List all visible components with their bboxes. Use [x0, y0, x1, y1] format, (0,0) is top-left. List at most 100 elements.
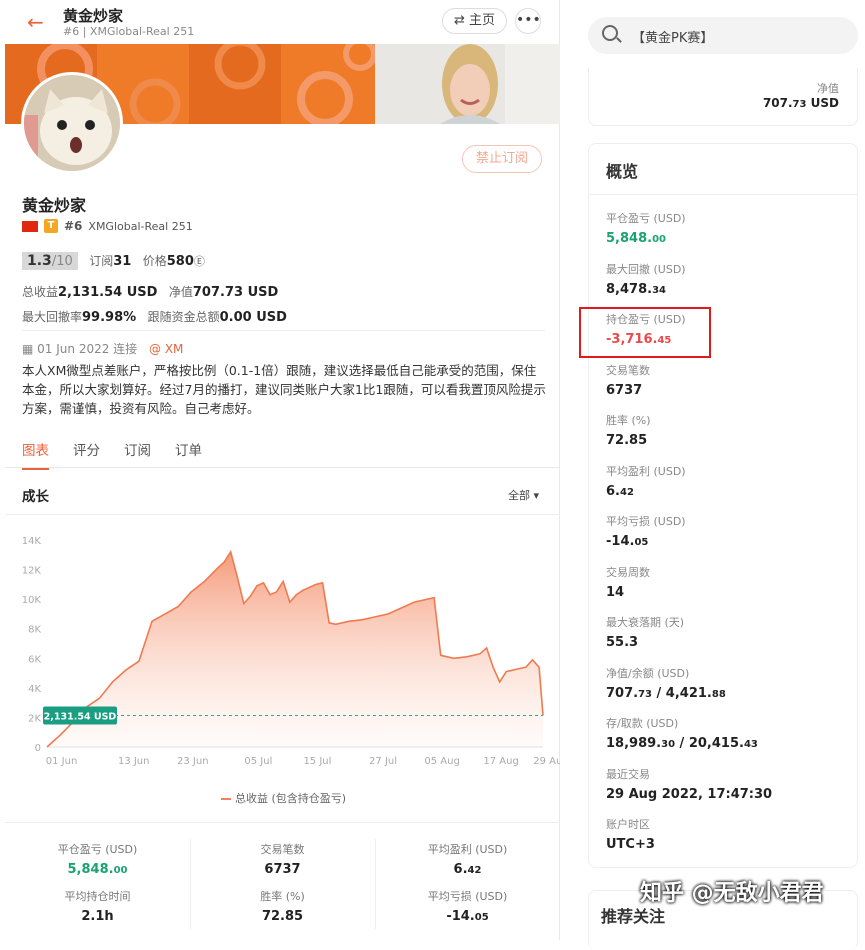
overview-value-main: 707. [606, 685, 639, 701]
overview-label: 交易周数 [606, 565, 650, 579]
overview-value: 72.85 [606, 433, 651, 448]
overview-value: 6737 [606, 383, 650, 398]
overview-item: 最大回撤 (USD) 8,478.34 [606, 261, 686, 297]
overview-item: 交易笔数 6737 [606, 362, 650, 398]
overview-value-main: UTC+3 [606, 837, 655, 852]
tab-subscribe[interactable]: 订阅 [124, 439, 151, 470]
calendar-icon: ▦ [22, 342, 34, 356]
x-tick-label: 17 Aug [483, 756, 518, 767]
overview-card: 概览 平仓盈亏 (USD) 5,848.00 最大回撤 (USD) 8,478.34 持… [579, 143, 858, 868]
account-label: XMGlobal-Real 251 [88, 219, 193, 233]
overview-item: 平仓盈亏 (USD) 5,848.00 [606, 210, 686, 246]
top-bar: ← 黄金炒家 #6 | XMGlobal-Real 251 ⇄ 主页 ••• [5, 0, 559, 44]
stat-label: 平均亏损 (USD) [427, 890, 508, 903]
price-value: 580 [166, 254, 194, 269]
overview-title: 概览 [606, 162, 639, 181]
home-button[interactable]: ⇄ 主页 [442, 8, 507, 34]
overview-value-dec: 05 [634, 537, 649, 548]
equity-unit: USD [806, 96, 839, 110]
x-tick-label: 05 Jul [244, 756, 272, 767]
y-tick-label: 10K [22, 595, 42, 606]
subs-value: 31 [113, 254, 132, 269]
stat-value-dec: 05 [474, 912, 489, 923]
page-subtitle: #6 | XMGlobal-Real 251 [63, 25, 195, 38]
tab-orders[interactable]: 订单 [175, 439, 202, 470]
y-tick-label: 8K [28, 625, 41, 636]
drawdown-row: 最大回撤率99.98% 跟随资金总额0.00 USD [22, 308, 287, 325]
equity-dec: 73 [792, 99, 807, 110]
overview-item: 账户时区 UTC+3 [606, 816, 655, 852]
user-tags: T #6 XMGlobal-Real 251 [22, 219, 193, 233]
overview-item: 交易周数 14 [606, 564, 650, 600]
tab-chart[interactable]: 图表 [22, 439, 49, 470]
legend-label: 总收益 (包含持仓盈亏) [235, 792, 347, 805]
overview-label: 账户时区 [606, 818, 650, 831]
overview-item: 最近交易 29 Aug 2022, 17:47:30 [606, 766, 772, 802]
income-row: 总收益2,131.54 USD 净值707.73 USD [22, 283, 278, 300]
woman-photo-icon [375, 44, 560, 124]
stat-label: 交易笔数 [260, 843, 305, 856]
overview-value: 8,478.34 [606, 282, 686, 297]
search-box[interactable]: 【黄金PK赛】 [588, 17, 858, 54]
overview-value-main: 5,848. [606, 231, 653, 246]
back-arrow-icon[interactable]: ← [27, 10, 44, 34]
coin-icon: Ⓔ [193, 255, 205, 268]
x-tick-label: 29 Aug [533, 756, 560, 767]
overview-value-dec: 30 [661, 739, 676, 750]
subs-label: 订阅 [89, 254, 114, 268]
overview-value: UTC+3 [606, 837, 655, 852]
overview-label: 最大衰落期 (天) [606, 616, 685, 629]
follow-label: 跟随资金总额 [147, 310, 220, 324]
search-input[interactable]: 【黄金PK赛】 [632, 27, 713, 46]
overview-value-main: 6737 [606, 382, 643, 398]
overview-label: 最近交易 [606, 767, 650, 781]
overview-label: 存/取款 (USD) [606, 717, 679, 730]
overview-divider [589, 194, 857, 195]
x-tick-label: 13 Jun [118, 756, 150, 767]
y-tick-label: 0 [35, 743, 41, 754]
y-tick-label: 4K [28, 684, 41, 695]
stat-value: 72.85 [190, 909, 375, 924]
chart-title: 成长 [22, 489, 49, 505]
avatar [21, 72, 123, 174]
score-row: 1.3/10 订阅31 价格580Ⓔ [22, 252, 205, 270]
equity-label: 净值 [168, 285, 193, 299]
equity-card-label: 净值 [817, 82, 839, 95]
chart-filter-dropdown[interactable]: 全部 ▾ [508, 487, 539, 503]
overview-value-dec2: 43 [743, 739, 758, 750]
score-max: /10 [51, 254, 73, 269]
overview-value-suffix: / 20,415. [675, 736, 744, 751]
overview-item: 平均盈利 (USD) 6.42 [606, 463, 686, 499]
stat-label: 平仓盈亏 (USD) [57, 843, 138, 856]
overview-value: 14 [606, 585, 650, 600]
broker-link[interactable]: @ XM [149, 342, 183, 356]
stat-label: 平均持仓时间 [64, 890, 131, 903]
x-tick-label: 05 Aug [424, 756, 459, 767]
stat-value-main: 2.1h [81, 909, 114, 924]
more-button[interactable]: ••• [515, 8, 541, 34]
stat-item: 胜率 (%) 72.85 [190, 870, 375, 924]
stat-item: 平仓盈亏 (USD) 5,848.00 [5, 823, 190, 877]
total-value: 2,131.54 USD [58, 285, 158, 300]
stat-item: 平均持仓时间 2.1h [5, 870, 190, 924]
overview-value-dec: 73 [638, 688, 652, 700]
divider [22, 330, 545, 331]
equity-card-value: 707.73 USD [763, 96, 839, 110]
overview-value-main: 55.3 [606, 635, 639, 650]
overview-value-dec: 34 [652, 284, 666, 296]
y-tick-label: 12K [22, 566, 42, 577]
overview-label: 交易笔数 [606, 363, 650, 377]
x-tick-label: 01 Jun [46, 756, 78, 767]
overview-value: 5,848.00 [606, 231, 686, 246]
x-tick-label: 27 Jul [369, 756, 397, 767]
stop-subscribe-button[interactable]: 禁止订阅 [462, 145, 542, 173]
rank-badge: #6 [64, 219, 83, 233]
overview-label: 平均盈利 (USD) [606, 464, 686, 478]
tab-divider [5, 467, 560, 468]
series-area [47, 551, 543, 747]
overview-value-main: 29 Aug 2022, 17:47:30 [606, 786, 773, 802]
stat-divider [375, 839, 376, 929]
china-flag-icon [22, 220, 38, 232]
search-icon [602, 25, 618, 41]
tab-rating[interactable]: 评分 [73, 439, 100, 470]
